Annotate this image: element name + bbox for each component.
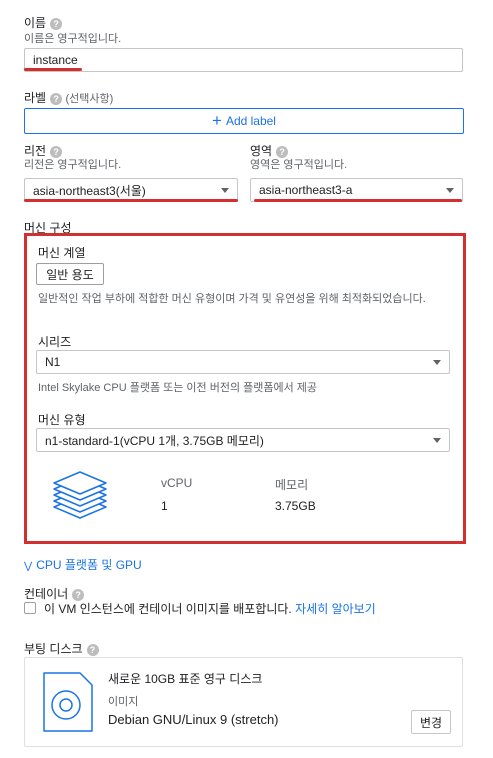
boot-disk-label-row: 부팅 디스크?	[24, 640, 99, 657]
boot-disk-title: 새로운 10GB 표준 영구 디스크	[108, 672, 263, 686]
machine-type-label: 머신 유형	[38, 413, 86, 427]
vcpu-header: vCPU	[161, 476, 193, 490]
memory-header: 메모리	[275, 478, 309, 492]
change-button-text: 변경	[419, 715, 443, 730]
region-note: 리전은 영구적입니다.	[24, 159, 122, 171]
machine-family-chip[interactable]: 일반 용도	[36, 263, 104, 285]
labels-label-row: 라벨? (선택사항)	[24, 89, 113, 106]
machine-family-label: 머신 계열	[38, 246, 86, 260]
dropdown-arrow-icon	[433, 437, 441, 443]
zone-highlight-underline	[254, 199, 462, 202]
name-input[interactable]: instance	[24, 48, 463, 72]
help-icon[interactable]: ?	[50, 92, 63, 105]
cpu-platform-link-text: CPU 플랫폼 및 GPU	[36, 558, 142, 572]
dropdown-arrow-icon	[433, 359, 441, 365]
machine-type-select-value: n1-standard-1(vCPU 1개, 3.75GB 메모리)	[45, 433, 264, 448]
name-input-value: instance	[33, 53, 78, 67]
machine-family-description: 일반적인 작업 부하에 적합한 머신 유형이며 가격 및 유연성을 위해 최적화…	[38, 293, 426, 305]
series-select[interactable]: N1	[36, 350, 450, 374]
labels-optional: (선택사항)	[65, 93, 114, 105]
learn-more-link[interactable]: 자세히 알아보기	[295, 602, 376, 616]
container-checkbox[interactable]	[24, 602, 36, 614]
container-checkbox-text: 이 VM 인스턴스에 컨테이너 이미지를 배포합니다.	[44, 602, 292, 616]
machine-layers-icon	[50, 466, 110, 524]
region-select-value: asia-northeast3(서울)	[33, 183, 146, 198]
dropdown-arrow-icon	[446, 187, 454, 193]
name-highlight-underline	[24, 68, 82, 71]
boot-disk-label: 부팅 디스크	[24, 642, 83, 656]
series-select-value: N1	[45, 355, 61, 369]
labels-label: 라벨	[24, 91, 47, 105]
region-highlight-underline	[24, 199, 238, 202]
name-label: 이름	[24, 16, 47, 30]
machine-type-select[interactable]: n1-standard-1(vCPU 1개, 3.75GB 메모리)	[36, 428, 450, 452]
add-label-button[interactable]: + Add label	[24, 108, 464, 134]
container-checkbox-label-row: 이 VM 인스턴스에 컨테이너 이미지를 배포합니다. 자세히 알아보기	[44, 600, 376, 617]
machine-family-chip-text: 일반 용도	[46, 267, 94, 282]
series-label: 시리즈	[38, 335, 72, 349]
plus-icon: +	[212, 111, 222, 130]
zone-select-value: asia-northeast3-a	[259, 183, 353, 197]
container-label: 컨테이너	[24, 587, 69, 601]
help-icon[interactable]: ?	[50, 17, 63, 30]
zone-note: 영역은 영구적입니다.	[250, 159, 348, 171]
vcpu-value: 1	[161, 499, 168, 513]
cpu-platform-expander[interactable]: ⋁ CPU 플랫폼 및 GPU	[24, 556, 142, 573]
help-icon[interactable]: ?	[86, 643, 99, 656]
boot-disk-image-value: Debian GNU/Linux 9 (stretch)	[108, 712, 279, 727]
change-boot-disk-button[interactable]: 변경	[411, 710, 451, 734]
name-label-row: 이름?	[24, 14, 63, 31]
boot-disk-image-label: 이미지	[108, 696, 139, 708]
memory-value: 3.75GB	[275, 499, 316, 513]
name-note: 이름은 영구적입니다.	[24, 33, 122, 45]
dropdown-arrow-icon	[221, 187, 229, 193]
chevron-down-icon: ⋁	[24, 561, 33, 572]
series-description: Intel Skylake CPU 플랫폼 또는 이전 버전의 플랫폼에서 제공	[38, 382, 318, 394]
disk-icon	[42, 671, 94, 733]
add-label-text: Add label	[225, 114, 276, 128]
